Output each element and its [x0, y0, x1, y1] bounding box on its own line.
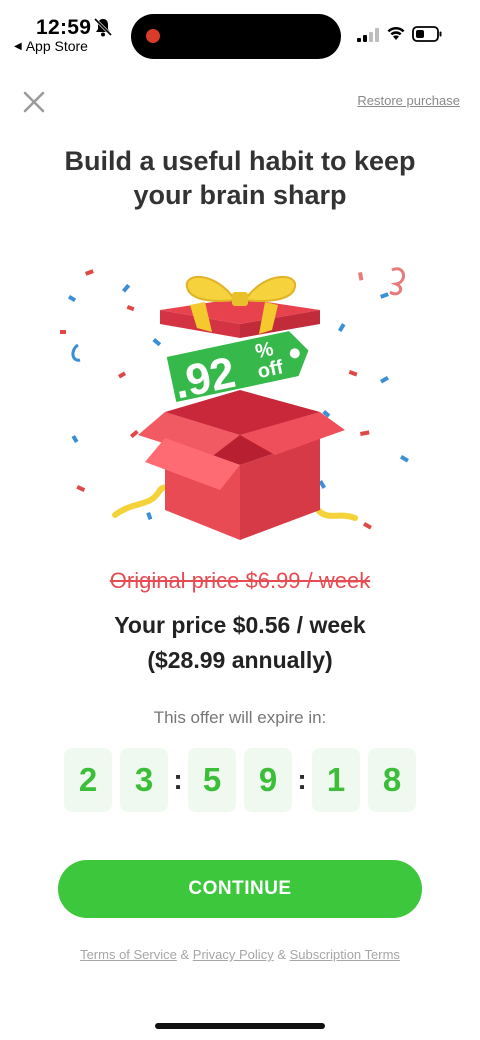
original-price: Original price $6.99 / week [109, 568, 371, 593]
gift-box-illustration: .92 % off [60, 267, 409, 540]
countdown-timer: 2 3 : 5 9 : 1 8 [64, 748, 418, 812]
countdown-digit: 9 [244, 748, 292, 812]
countdown-digit: 2 [64, 748, 112, 812]
countdown-separator: : [173, 764, 183, 795]
back-triangle-icon: ◀ [14, 40, 22, 52]
offer-expire-label: This offer will expire in: [153, 708, 327, 727]
title-line-2: your brain sharp [133, 180, 347, 210]
back-app-label: App Store [25, 38, 88, 54]
restore-purchase-link[interactable]: Restore purchase [357, 93, 460, 108]
status-bar: 12:59 ◀ App Store [0, 0, 480, 62]
wifi-icon [387, 26, 405, 40]
page-title: Build a useful habit to keep your brain … [40, 144, 440, 212]
legal-links: Terms of Service & Privacy Policy & Subs… [0, 947, 480, 962]
subscription-terms-link[interactable]: Subscription Terms [290, 947, 400, 962]
status-time: 12:59 [36, 16, 92, 39]
privacy-policy-link[interactable]: Privacy Policy [193, 947, 274, 962]
title-line-1: Build a useful habit to keep [64, 146, 416, 176]
bell-muted-icon [93, 17, 113, 37]
discount-badge: .92 % off [170, 338, 286, 409]
continue-button[interactable]: CONTINUE [58, 860, 422, 918]
dynamic-island [131, 14, 341, 59]
close-icon[interactable] [20, 88, 48, 116]
legal-separator: & [273, 947, 290, 962]
terms-of-service-link[interactable]: Terms of Service [80, 947, 177, 962]
countdown-separator: : [297, 764, 307, 795]
back-to-app-store[interactable]: ◀ App Store [14, 38, 88, 54]
your-price: Your price $0.56 / week [114, 612, 366, 638]
battery-icon [412, 26, 442, 42]
annual-price: ($28.99 annually) [147, 647, 333, 673]
countdown-digit: 8 [368, 748, 416, 812]
cellular-signal-icon [357, 28, 379, 42]
countdown-digit: 1 [312, 748, 360, 812]
recording-dot-icon [146, 29, 160, 43]
legal-separator: & [176, 947, 193, 962]
home-indicator[interactable] [155, 1023, 325, 1029]
countdown-digit: 5 [188, 748, 236, 812]
countdown-digit: 3 [120, 748, 168, 812]
